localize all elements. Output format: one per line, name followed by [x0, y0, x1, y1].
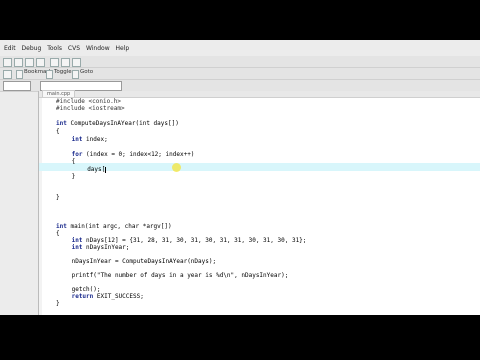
code-text: days[ — [87, 166, 106, 173]
toggle-icon[interactable] — [46, 70, 53, 79]
code-line: } — [56, 300, 60, 307]
code-text: { — [56, 230, 60, 237]
menu-edit[interactable]: Edit — [4, 45, 16, 52]
keyword: return — [71, 293, 94, 300]
menu-tools[interactable]: Tools — [47, 45, 62, 52]
code-line: { — [56, 128, 60, 135]
code-line: int nDaysInYear; — [72, 244, 130, 251]
keyword: for — [71, 151, 83, 158]
code-text: ComputeDaysInAYear(int days[]) — [66, 120, 179, 127]
toolbar-secondary: Bookmark Toggle Goto — [0, 68, 480, 80]
code-text: { — [71, 158, 76, 165]
code-line: for (index = 0; index<12; index++) — [72, 151, 195, 158]
code-text: nDays[12] = {31, 28, 31, 30, 31, 30, 31,… — [82, 237, 307, 244]
menu-cvs[interactable]: CVS — [68, 45, 80, 52]
code-text: getch(); — [71, 286, 101, 293]
toggle-button[interactable]: Toggle — [54, 69, 72, 75]
code-text: { — [56, 128, 60, 135]
code-line: days[ — [87, 166, 107, 173]
menu-debug[interactable]: Debug — [22, 45, 42, 52]
editor-gutter — [39, 98, 42, 315]
redo-icon[interactable] — [61, 58, 70, 67]
text-caret — [105, 166, 107, 173]
code-text: } — [56, 300, 60, 307]
goto-icon[interactable] — [72, 70, 79, 79]
code-line: #include <iostream> — [56, 105, 125, 112]
indent-icon[interactable] — [3, 70, 12, 79]
bookmark-icon[interactable] — [16, 70, 23, 79]
new-file-icon[interactable] — [3, 58, 12, 67]
code-line: int main(int argc, char *argv[]) — [56, 223, 172, 230]
keyword: int — [71, 244, 83, 251]
goto-button[interactable]: Goto — [80, 69, 93, 75]
code-line: } — [56, 194, 60, 201]
code-text: index; — [82, 136, 108, 143]
keyword: int — [71, 237, 83, 244]
code-line: { — [56, 230, 60, 237]
open-file-icon[interactable] — [14, 58, 23, 67]
mouse-pointer-highlight — [172, 163, 181, 172]
project-combo[interactable] — [3, 81, 31, 91]
code-text: main(int argc, char *argv[]) — [66, 223, 172, 230]
keyword: int — [71, 136, 83, 143]
code-line: } — [72, 173, 76, 180]
code-line: int index; — [72, 136, 108, 143]
undo-icon[interactable] — [50, 58, 59, 67]
code-line: printf("The number of days in a year is … — [72, 272, 289, 279]
ide-window: Edit Debug Tools CVS Window Help Bookmar… — [0, 40, 480, 315]
find-icon[interactable] — [72, 58, 81, 67]
save-all-icon[interactable] — [36, 58, 45, 67]
menu-bar: Edit Debug Tools CVS Window Help — [0, 45, 480, 55]
editor-tab[interactable]: main.cpp — [42, 90, 76, 97]
code-text: printf("The number of days in a year is … — [71, 272, 289, 279]
code-line: return EXIT_SUCCESS; — [72, 293, 144, 300]
save-icon[interactable] — [25, 58, 34, 67]
code-text: nDaysInYear; — [82, 244, 130, 251]
code-line: int ComputeDaysInAYear(int days[]) — [56, 120, 179, 127]
keyword: int — [56, 223, 67, 230]
menu-window[interactable]: Window — [86, 45, 110, 52]
code-line: nDaysInYear = ComputeDaysInAYear(nDays); — [72, 258, 217, 265]
code-text: #include <iostream> — [56, 105, 125, 112]
code-text: #include <conio.h> — [56, 98, 122, 105]
code-text: EXIT_SUCCESS; — [93, 293, 144, 300]
code-line: getch(); — [72, 286, 101, 293]
code-text: } — [56, 194, 60, 201]
code-text: nDaysInYear = ComputeDaysInAYear(nDays); — [71, 258, 217, 265]
code-line: { — [72, 158, 76, 165]
code-text: (index = 0; index<12; index++) — [82, 151, 195, 158]
menu-help[interactable]: Help — [116, 45, 130, 52]
code-text: } — [71, 173, 76, 180]
editor-tab-strip: main.cpp — [39, 90, 480, 98]
keyword: int — [56, 120, 67, 127]
code-line: int nDays[12] = {31, 28, 31, 30, 31, 30,… — [72, 237, 307, 244]
code-line: #include <conio.h> — [56, 98, 121, 105]
code-editor[interactable]: main.cpp #include <conio.h> #include <ios… — [38, 90, 480, 315]
toolbar-main — [0, 56, 480, 68]
